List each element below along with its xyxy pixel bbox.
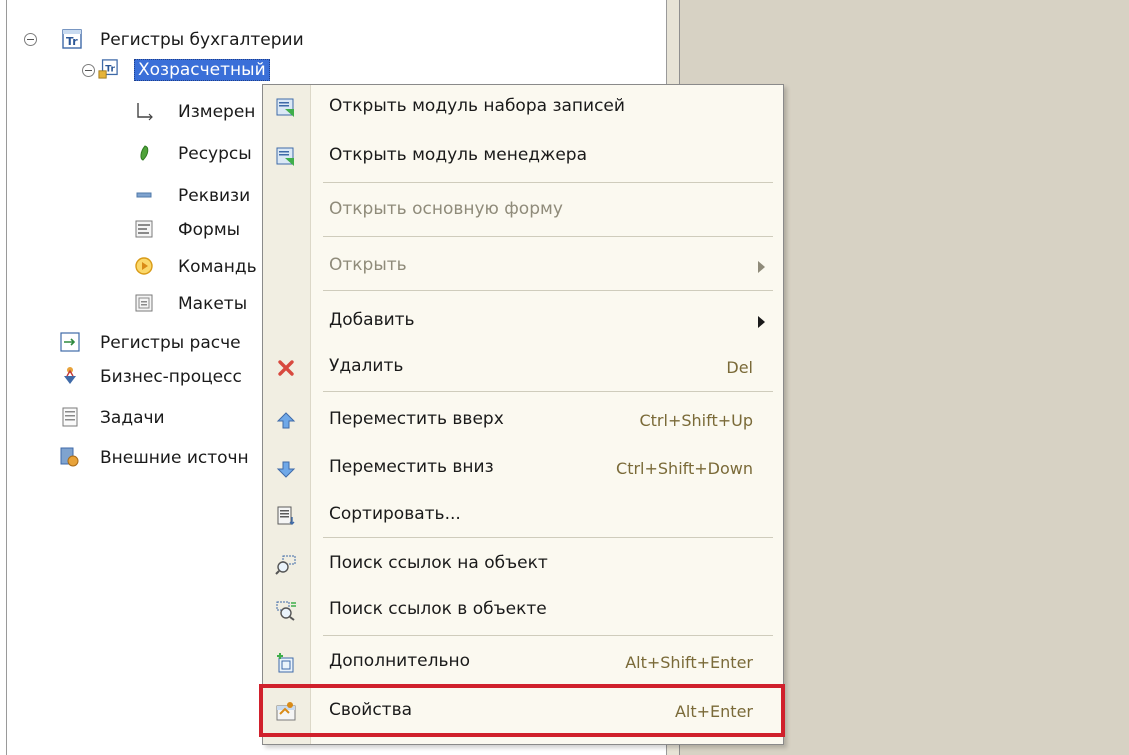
external-sources-icon [60, 447, 79, 467]
sort-icon [275, 505, 297, 527]
menu-item-open-recordset-module[interactable]: Открыть модуль набора записей [263, 85, 783, 129]
menu-item-open-manager-module[interactable]: Открыть модуль менеджера [263, 134, 783, 178]
menu-item-properties[interactable]: Свойства Alt+Enter [263, 689, 783, 733]
svg-text:Tr: Tr [66, 35, 78, 48]
menu-item-label: Открыть [329, 255, 407, 275]
shortcut-label: Ctrl+Shift+Up [639, 411, 753, 430]
menu-item-label: Открыть модуль менеджера [329, 145, 588, 165]
arrow-up-icon [275, 410, 297, 432]
tasks-icon [62, 407, 78, 427]
menu-item-label: Переместить вверх [329, 409, 504, 429]
menu-item-label: Добавить [329, 310, 415, 330]
menu-separator [323, 391, 773, 392]
menu-separator [323, 182, 773, 183]
tree-item-forms[interactable]: Формы [178, 220, 240, 240]
context-menu: Открыть модуль набора записей Открыть мо… [262, 84, 784, 745]
tree-item-calculation-registers[interactable]: Регистры расче [100, 333, 241, 353]
menu-item-find-references-to-object[interactable]: Поиск ссылок на объект [263, 542, 783, 586]
shortcut-label: Del [726, 358, 753, 377]
module-icon [275, 97, 297, 119]
commands-icon [135, 257, 153, 275]
menu-item-additional[interactable]: Дополнительно Alt+Shift+Enter [263, 640, 783, 684]
menu-separator [323, 236, 773, 237]
menu-item-label: Удалить [329, 356, 404, 376]
tree-item-commands[interactable]: Командь [178, 257, 257, 277]
menu-item-sort[interactable]: Сортировать... [263, 493, 783, 537]
menu-separator [323, 537, 773, 538]
tree-item-business-processes[interactable]: Бизнес-процесс [100, 367, 242, 387]
tree-item-attributes[interactable]: Реквизи [178, 186, 250, 206]
additional-icon [275, 652, 297, 674]
shortcut-label: Alt+Enter [674, 702, 753, 721]
menu-item-label: Свойства [329, 700, 413, 720]
shortcut-label: Alt+Shift+Enter [625, 653, 753, 672]
menu-item-open-main-form[interactable]: Открыть основную форму [263, 188, 783, 232]
tree-item-accounting-registers[interactable]: Регистры бухгалтерии [100, 30, 304, 50]
menu-item-move-down[interactable]: Переместить вниз Ctrl+Shift+Down [263, 446, 783, 490]
menu-item-move-up[interactable]: Переместить вверх Ctrl+Shift+Up [263, 398, 783, 442]
menu-separator [323, 635, 773, 636]
shortcut-label: Ctrl+Shift+Down [616, 459, 753, 478]
svg-text:Tr: Tr [105, 65, 115, 75]
panel-border [6, 0, 7, 755]
menu-item-add[interactable]: Добавить [263, 299, 783, 343]
arrow-down-icon [275, 458, 297, 480]
submenu-arrow-icon [758, 261, 765, 273]
menu-item-label: Открыть модуль набора записей [329, 96, 625, 116]
attributes-icon [136, 192, 152, 198]
dimensions-icon [137, 103, 153, 121]
menu-item-label: Открыть основную форму [329, 199, 563, 219]
accounting-register-icon: Tr [62, 29, 82, 49]
business-processes-icon [64, 367, 76, 384]
menu-item-open[interactable]: Открыть [263, 244, 783, 288]
menu-item-delete[interactable]: Удалить Del [263, 345, 783, 389]
menu-item-label: Переместить вниз [329, 457, 494, 477]
submenu-arrow-icon [758, 316, 765, 328]
find-in-object-icon [275, 600, 297, 622]
collapse-toggle-icon[interactable] [82, 64, 95, 77]
module-icon [275, 146, 297, 168]
find-refs-icon [275, 554, 297, 576]
calculation-registers-icon [60, 332, 80, 352]
tree-item-dimensions[interactable]: Измерен [178, 102, 255, 122]
tree-item-tasks[interactable]: Задачи [100, 408, 165, 428]
delete-icon [275, 357, 297, 379]
properties-icon [275, 701, 297, 723]
collapse-toggle-icon[interactable] [24, 33, 37, 46]
tree-item-khozraschetny[interactable]: Хозрасчетный [134, 59, 270, 81]
menu-separator [323, 290, 773, 291]
tree-item-external-sources[interactable]: Внешние источн [100, 448, 249, 468]
menu-item-label: Сортировать... [329, 504, 461, 524]
resources-icon [140, 145, 149, 161]
tree-item-templates[interactable]: Макеты [178, 294, 247, 314]
forms-icon [135, 220, 153, 238]
menu-item-label: Поиск ссылок на объект [329, 553, 548, 573]
tree-item-resources[interactable]: Ресурсы [178, 144, 252, 164]
templates-icon [135, 294, 153, 312]
accounting-register-object-icon: Tr [98, 59, 118, 79]
menu-item-label: Дополнительно [329, 651, 470, 671]
menu-item-find-references-in-object[interactable]: Поиск ссылок в объекте [263, 588, 783, 632]
menu-item-label: Поиск ссылок в объекте [329, 599, 547, 619]
